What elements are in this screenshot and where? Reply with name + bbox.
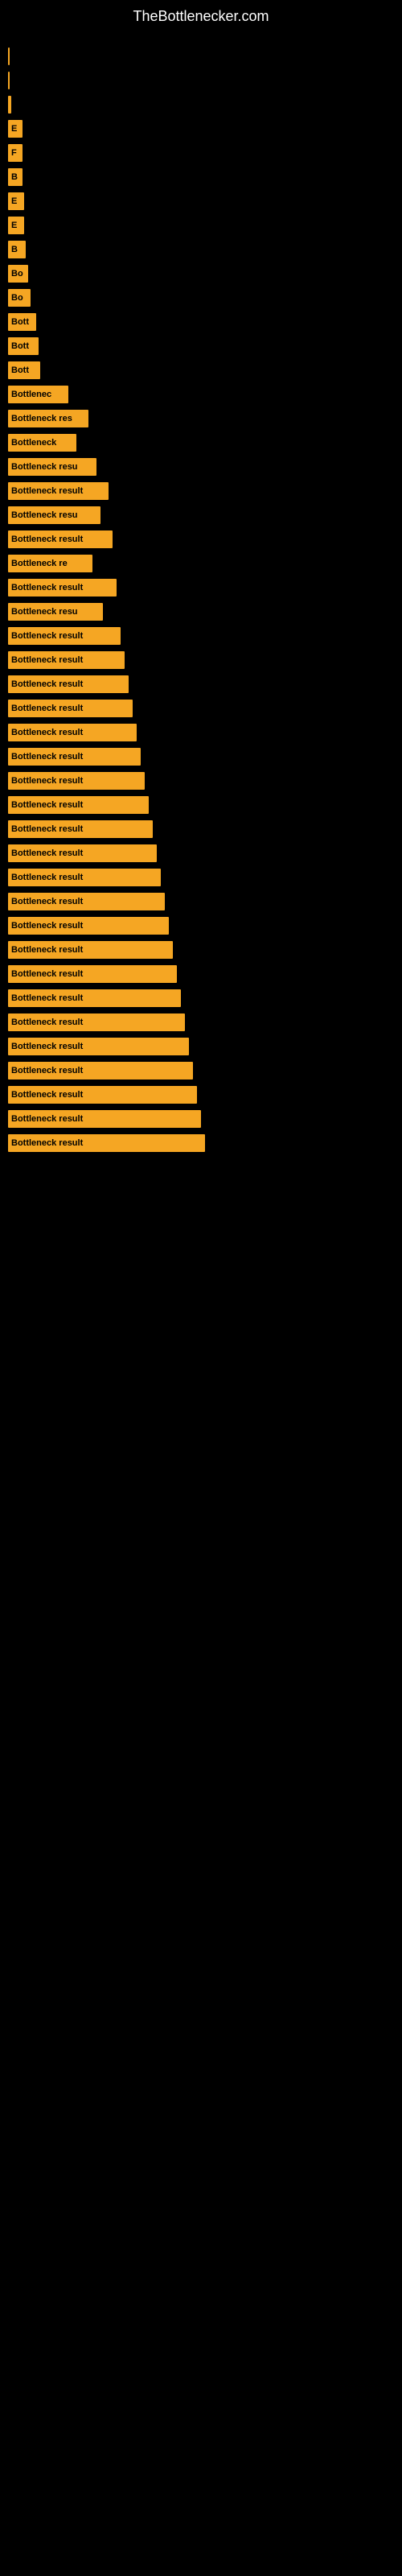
bar-label: E [8,217,24,234]
bar-row: Bottleneck result [8,914,394,937]
bar-row: Bottleneck [8,431,394,454]
bar-row: Bottleneck result [8,649,394,671]
bar-row: Bottleneck result [8,528,394,551]
bar-label: B [8,241,26,258]
bar-label: Bottleneck result [8,869,161,886]
bar-row: Bottleneck resu [8,504,394,526]
bar-label: Bott [8,337,39,355]
bars-container: EFBEEBBoBoBottBottBottBottlenecBottlenec… [0,29,402,1164]
bar-row: Bottleneck result [8,1132,394,1154]
bar-row: E [8,190,394,213]
bar-row [8,69,394,92]
bar-row: Bottleneck result [8,818,394,840]
bar-label: Bottleneck resu [8,506,100,524]
bar-row: Bottleneck res [8,407,394,430]
bar-row: Bottleneck result [8,890,394,913]
bar-label: Bottleneck result [8,844,157,862]
bar-row: Bottleneck result [8,1011,394,1034]
bar-label: Bottleneck result [8,651,125,669]
bar-label: Bottleneck result [8,627,121,645]
bar-label: Bottleneck result [8,530,113,548]
bar-label: Bottleneck result [8,965,177,983]
bar-row: Bottleneck result [8,794,394,816]
bar-label: Bottleneck resu [8,603,103,621]
bar-label: Bottleneck [8,434,76,452]
bar-label: Bottleneck result [8,1110,201,1128]
bar-label: Bottleneck resu [8,458,96,476]
bar-label: Bottleneck re [8,555,92,572]
bar-row: B [8,238,394,261]
bar-row: Bottleneck result [8,745,394,768]
bar-row: Bottleneck result [8,721,394,744]
bar-label: B [8,168,23,186]
bar-row: Bottleneck result [8,697,394,720]
bar-label: F [8,144,23,162]
bar-label: Bott [8,313,36,331]
bar-row: Bottleneck resu [8,601,394,623]
bar-label: Bott [8,361,40,379]
bar-row: Bo [8,262,394,285]
bar-row: Bottleneck result [8,625,394,647]
bar-row: Bottleneck result [8,866,394,889]
bar-row: E [8,214,394,237]
bar-label: Bottleneck result [8,796,149,814]
bar-label: Bottleneck result [8,893,165,910]
bar-label: E [8,192,24,210]
bar-row: Bo [8,287,394,309]
bar-row: Bottleneck result [8,939,394,961]
site-title: TheBottlenecker.com [0,0,402,29]
bar-label [8,96,11,114]
bar-label: Bottleneck result [8,772,145,790]
bar-row: F [8,142,394,164]
bar-label: Bottleneck result [8,482,109,500]
bar-label: Bottleneck result [8,941,173,959]
bar-row: Bottleneck result [8,770,394,792]
bar-row: Bottleneck result [8,987,394,1009]
bar-label: Bottleneck result [8,579,117,597]
bar-row: Bottleneck result [8,842,394,865]
bar-row: E [8,118,394,140]
bar-label: Bottleneck result [8,917,169,935]
bar-label: Bottleneck result [8,1013,185,1031]
bar-row [8,45,394,68]
bar-label: Bottleneck result [8,1086,197,1104]
bar-label: Bottleneck result [8,820,153,838]
bar-row: Bottlenec [8,383,394,406]
bar-label: Bottleneck result [8,1062,193,1080]
bar-row: Bottleneck resu [8,456,394,478]
bar-row: Bottleneck result [8,1035,394,1058]
bar-row: Bottleneck result [8,963,394,985]
bar-label: E [8,120,23,138]
bar-label: Bottleneck result [8,700,133,717]
bar-row: Bott [8,335,394,357]
bar-row: Bottleneck result [8,1059,394,1082]
bar-label: Bottleneck result [8,989,181,1007]
bar-label: Bottlenec [8,386,68,403]
bar-row: Bottleneck result [8,576,394,599]
bar-label: Bottleneck result [8,1038,189,1055]
bar-label: Bottleneck result [8,748,141,766]
bar-row: Bottleneck re [8,552,394,575]
bar-row: Bott [8,311,394,333]
bar-row: Bott [8,359,394,382]
bar-label: Bottleneck result [8,724,137,741]
bar-label: Bottleneck result [8,1134,205,1152]
bar-label: Bo [8,265,28,283]
bar-label [8,72,10,89]
bar-row: Bottleneck result [8,1084,394,1106]
bar-row: Bottleneck result [8,673,394,696]
bar-row: Bottleneck result [8,480,394,502]
bar-label: Bottleneck result [8,675,129,693]
bar-label: Bottleneck res [8,410,88,427]
bar-row: B [8,166,394,188]
bar-row: Bottleneck result [8,1108,394,1130]
bar-label: Bo [8,289,31,307]
bar-label [8,47,10,65]
bar-row [8,93,394,116]
